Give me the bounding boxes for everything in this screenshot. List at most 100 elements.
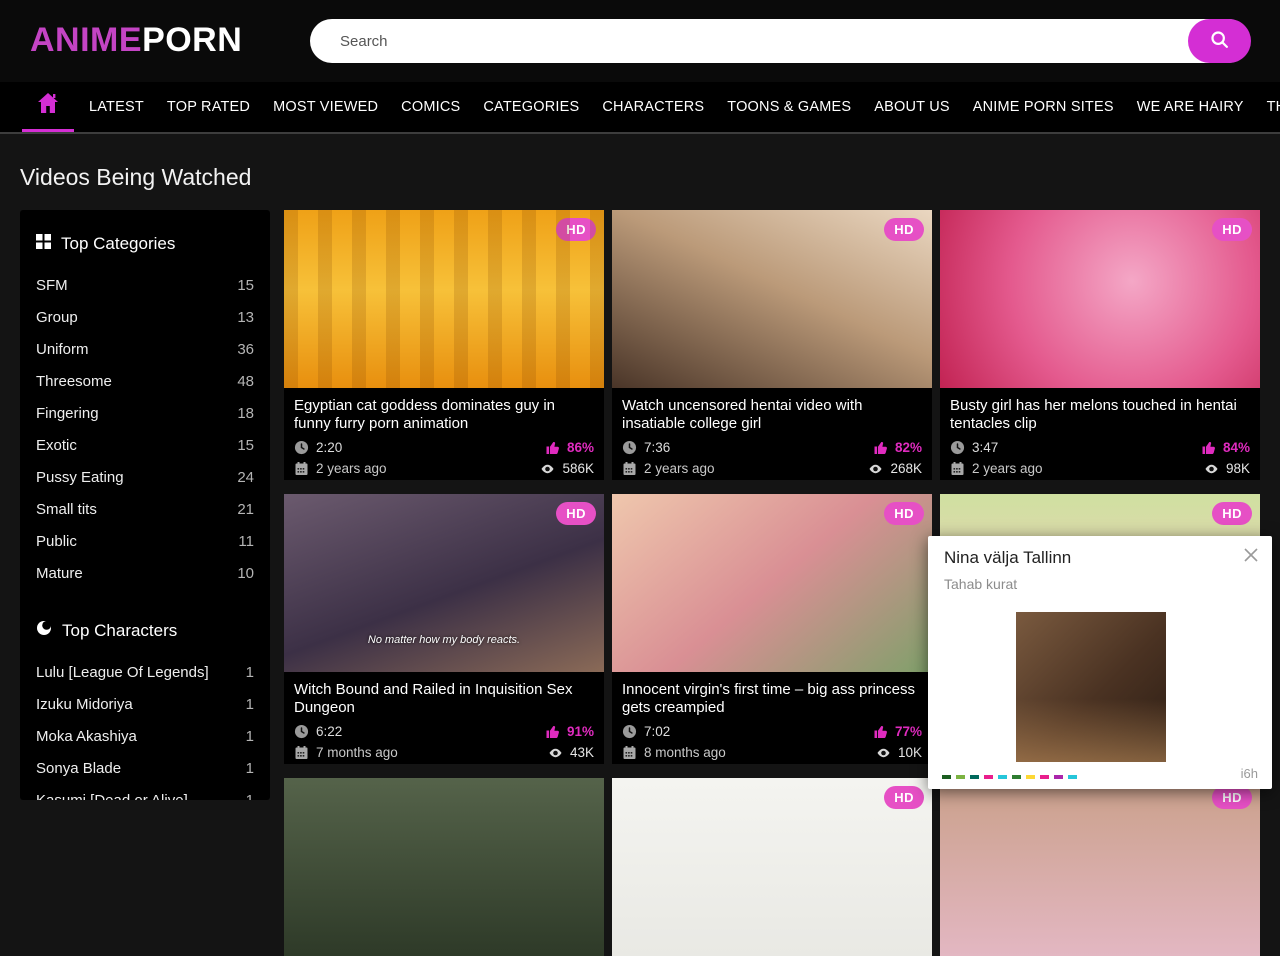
category-item[interactable]: Exotic15 — [20, 436, 270, 455]
nav-item-anime-porn-sites[interactable]: ANIME PORN SITES — [965, 82, 1122, 132]
nav-item-comics[interactable]: COMICS — [393, 82, 468, 132]
hd-badge: HD — [1212, 502, 1252, 525]
main-nav: LATEST TOP RATED MOST VIEWED COMICS CATE… — [0, 82, 1280, 134]
character-item[interactable]: Sonya Blade1 — [20, 759, 270, 778]
character-item[interactable]: Kasumi [Dead or Alive]1 — [20, 791, 270, 800]
category-item[interactable]: Small tits21 — [20, 500, 270, 519]
popup-timestamp: i6h — [1241, 766, 1258, 781]
nav-item-characters[interactable]: CHARACTERS — [594, 82, 712, 132]
video-card[interactable]: HD Egyptian cat goddess dominates guy in… — [284, 210, 604, 480]
character-item[interactable]: Moka Akashiya1 — [20, 727, 270, 746]
category-count: 10 — [237, 564, 254, 583]
video-views: 268K — [867, 461, 922, 476]
video-card[interactable]: HD Innocent virgin's first time – big as… — [612, 494, 932, 764]
clock-icon — [622, 724, 637, 739]
nav-item-toons-games[interactable]: TOONS & GAMES — [719, 82, 859, 132]
top-characters-header: Top Characters — [20, 596, 270, 641]
video-card[interactable]: HD Watch uncensored hentai video with in… — [612, 210, 932, 480]
category-item[interactable]: Public11 — [20, 532, 270, 551]
video-thumbnail[interactable] — [284, 778, 604, 956]
category-item[interactable]: Uniform36 — [20, 340, 270, 359]
video-age: 2 years ago — [950, 461, 1043, 476]
category-item[interactable]: Fingering18 — [20, 404, 270, 423]
video-likes: 86% — [546, 440, 594, 455]
video-duration: 2:20 — [294, 440, 342, 455]
search-input[interactable] — [310, 19, 1250, 63]
video-thumbnail[interactable]: HD — [612, 494, 932, 672]
video-thumbnail[interactable]: HD — [940, 778, 1260, 956]
grid-icon — [36, 234, 51, 254]
category-count: 21 — [237, 500, 254, 519]
logo-part-porn: PORN — [142, 21, 242, 59]
video-views: 586K — [539, 461, 594, 476]
video-info: Watch uncensored hentai video with insat… — [612, 388, 932, 480]
video-thumbnail[interactable]: HD — [612, 778, 932, 956]
nav-item-we-are-hairy[interactable]: WE ARE HAIRY — [1129, 82, 1252, 132]
notification-popup: Nina välja Tallinn Tahab kurat i6h — [928, 536, 1272, 789]
hd-badge: HD — [556, 218, 596, 241]
video-title[interactable]: Innocent virgin's first time – big ass p… — [622, 681, 922, 718]
video-card[interactable] — [284, 778, 604, 956]
nav-item-theporndude[interactable]: THEPORNDUDE — [1259, 82, 1280, 132]
site-logo[interactable]: ANIMEPORN — [30, 21, 242, 60]
video-title[interactable]: Watch uncensored hentai video with insat… — [622, 397, 922, 434]
category-item[interactable]: Pussy Eating24 — [20, 468, 270, 487]
search-button[interactable] — [1188, 19, 1251, 63]
video-title[interactable]: Busty girl has her melons touched in hen… — [950, 397, 1250, 434]
ad-photo[interactable] — [1016, 612, 1166, 762]
category-item[interactable]: SFM15 — [20, 276, 270, 295]
video-likes: 77% — [874, 724, 922, 739]
eye-icon — [867, 462, 884, 476]
video-card[interactable]: HD Busty girl has her melons touched in … — [940, 210, 1260, 480]
video-likes: 91% — [546, 724, 594, 739]
video-thumbnail[interactable]: HD — [612, 210, 932, 388]
close-icon[interactable] — [1242, 546, 1260, 564]
eye-icon — [547, 746, 564, 760]
character-item[interactable]: Lulu [League Of Legends]1 — [20, 663, 270, 682]
thumbs-up-icon — [546, 440, 561, 455]
home-icon — [36, 92, 60, 119]
nav-item-latest[interactable]: LATEST — [81, 82, 152, 132]
video-views: 98K — [1203, 461, 1250, 476]
video-age: 2 years ago — [622, 461, 715, 476]
search-icon — [1209, 29, 1231, 54]
thumbs-up-icon — [546, 724, 561, 739]
video-age: 2 years ago — [294, 461, 387, 476]
video-info: Busty girl has her melons touched in hen… — [940, 388, 1260, 480]
top-characters-title: Top Characters — [62, 621, 177, 641]
popup-title[interactable]: Nina välja Tallinn — [944, 548, 1071, 568]
nav-item-about-us[interactable]: ABOUT US — [866, 82, 957, 132]
thumbs-up-icon — [874, 440, 889, 455]
character-count: 1 — [246, 663, 254, 682]
category-count: 11 — [238, 532, 254, 551]
calendar-icon — [622, 745, 637, 760]
video-thumbnail[interactable]: HD — [940, 210, 1260, 388]
top-categories-title: Top Categories — [61, 234, 175, 254]
category-count: 18 — [237, 404, 254, 423]
nav-item-most-viewed[interactable]: MOST VIEWED — [265, 82, 386, 132]
eye-icon — [875, 746, 892, 760]
thumbs-up-icon — [874, 724, 889, 739]
video-title[interactable]: Witch Bound and Railed in Inquisition Se… — [294, 681, 594, 718]
category-item[interactable]: Group13 — [20, 308, 270, 327]
video-views: 43K — [547, 745, 594, 760]
nav-home[interactable] — [22, 82, 74, 132]
nav-item-categories[interactable]: CATEGORIES — [475, 82, 587, 132]
character-item[interactable]: Izuku Midoriya1 — [20, 695, 270, 714]
video-info: Egyptian cat goddess dominates guy in fu… — [284, 388, 604, 480]
video-thumbnail[interactable]: HD — [284, 210, 604, 388]
video-thumbnail[interactable]: HD No matter how my body reacts. — [284, 494, 604, 672]
category-item[interactable]: Threesome48 — [20, 372, 270, 391]
clock-icon — [294, 724, 309, 739]
video-card[interactable]: HD No matter how my body reacts. Witch B… — [284, 494, 604, 764]
video-title[interactable]: Egyptian cat goddess dominates guy in fu… — [294, 397, 594, 434]
category-item[interactable]: Mature10 — [20, 564, 270, 583]
calendar-icon — [294, 745, 309, 760]
nav-item-top-rated[interactable]: TOP RATED — [159, 82, 258, 132]
hd-badge: HD — [1212, 218, 1252, 241]
calendar-icon — [950, 461, 965, 476]
video-card[interactable]: HD — [940, 778, 1260, 956]
character-count: 1 — [246, 791, 254, 800]
video-card[interactable]: HD — [612, 778, 932, 956]
characters-icon — [36, 620, 52, 641]
